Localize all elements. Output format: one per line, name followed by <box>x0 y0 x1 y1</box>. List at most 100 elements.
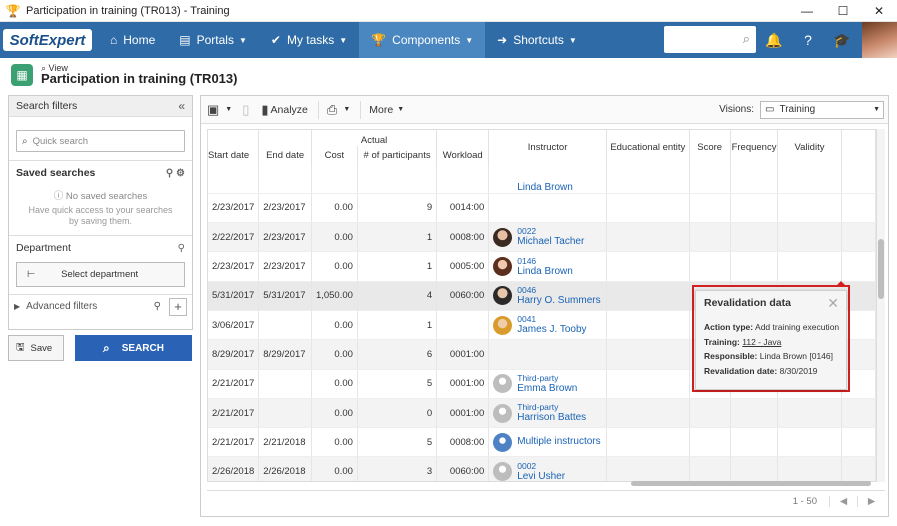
instructor-cell[interactable]: 0002 Levi Usher <box>488 456 607 481</box>
instructor-code: 0002 <box>517 460 537 471</box>
quick-search-input[interactable]: ⌕ Quick search <box>16 130 185 152</box>
user-avatar[interactable] <box>862 22 897 58</box>
instructor[interactable]: 0046 Harry O. Summers <box>493 285 602 307</box>
printer-icon: ⎙ <box>326 101 338 117</box>
validity-cell <box>777 222 842 253</box>
training-link[interactable]: 112 - Java <box>742 337 781 347</box>
global-search-input[interactable]: ⌕ <box>664 26 756 53</box>
softexpert-logo[interactable]: SoftExpert <box>3 29 92 51</box>
instructor-name[interactable]: Multiple instructors <box>517 436 600 448</box>
column-header-score[interactable]: Score <box>689 130 731 164</box>
column-header-end-date[interactable]: End date <box>258 146 312 164</box>
nav-shortcuts[interactable]: ➜ Shortcuts ▼ <box>485 22 589 58</box>
instructor[interactable]: 0146 Linda Brown <box>493 256 602 278</box>
column-header-cost[interactable]: Cost <box>311 146 358 164</box>
table-row[interactable]: 2/26/2018 2/26/2018 0.00 3 0060:00 0002 Levi U… <box>208 456 876 481</box>
cost-cell: 0.00 <box>311 251 358 282</box>
frequency-cell <box>730 427 779 458</box>
column-header-validity[interactable]: Validity <box>777 130 842 164</box>
visions-select[interactable]: ▭ Training ▼ <box>760 100 884 119</box>
table-row[interactable]: Linda Brown <box>208 164 876 194</box>
instructor-name[interactable]: Linda Brown <box>493 182 573 192</box>
instructor-cell[interactable]: Multiple instructors <box>488 427 607 458</box>
nav-home[interactable]: ⌂ Home <box>98 22 167 58</box>
instructor-name[interactable]: Harrison Battes <box>517 412 586 424</box>
document-button[interactable]: ▯ <box>242 102 251 118</box>
search-button[interactable]: ⌕ SEARCH <box>75 335 192 361</box>
view-options-button[interactable]: ▣ ▼ <box>207 102 232 118</box>
column-header-educational-entity[interactable]: Educational entity <box>606 130 690 164</box>
instructor-cell[interactable] <box>488 193 607 224</box>
column-header-instructor[interactable]: Instructor <box>488 130 607 164</box>
frequency-cell <box>730 251 779 282</box>
vertical-scrollbar[interactable] <box>877 129 885 482</box>
nav-components[interactable]: 🏆 Components ▼ <box>359 22 486 58</box>
instructor-name[interactable]: Harry O. Summers <box>517 295 600 307</box>
graduation-cap-icon[interactable]: 🎓 <box>826 22 858 58</box>
collapse-icon[interactable]: « <box>178 99 185 113</box>
table-row[interactable]: 2/23/2017 2/23/2017 0.00 1 0005:00 0146 Linda … <box>208 251 876 282</box>
bell-icon[interactable]: 🔔 <box>758 22 790 58</box>
instructor[interactable]: Third-party Harrison Battes <box>493 402 602 424</box>
column-header-participants[interactable]: # of participants <box>357 146 438 164</box>
end-date-cell: 5/31/2017 <box>258 281 312 311</box>
nav-portals[interactable]: ▤ Portals ▼ <box>167 22 259 58</box>
instructor-name[interactable]: Levi Usher <box>517 471 565 481</box>
instructor-name[interactable]: Linda Brown <box>517 266 573 278</box>
instructor-name[interactable]: James J. Tooby <box>517 324 586 336</box>
maximize-button[interactable]: ☐ <box>825 0 861 22</box>
instructor[interactable]: Multiple instructors <box>493 432 602 452</box>
instructor-cell[interactable]: 0022 Michael Tacher <box>488 222 607 253</box>
clear-filter-icon[interactable]: ⚲ <box>154 301 161 312</box>
actual-group-header: Actual <box>311 130 438 146</box>
instructor-cell[interactable] <box>488 339 607 370</box>
participants-cell: 6 <box>357 339 438 370</box>
column-header-start-date[interactable]: Start date <box>208 146 260 164</box>
spacer-cell <box>841 427 876 458</box>
validity-cell <box>777 427 842 458</box>
add-filter-button[interactable]: + <box>169 297 187 316</box>
settings-icon[interactable]: ⚲ ⚙ <box>166 168 185 179</box>
previous-page-button[interactable]: ◀ <box>829 496 857 507</box>
participants-cell: 1 <box>357 251 438 282</box>
advanced-filters-toggle[interactable]: ▶ Advanced filters ⚲ + <box>9 294 192 318</box>
analyze-button[interactable]: ▮ Analyze <box>261 102 308 118</box>
instructor[interactable]: 0041 James J. Tooby <box>493 314 602 336</box>
column-header-workload[interactable]: Workload <box>436 146 490 164</box>
select-department-button[interactable]: ⊢ Select department <box>16 262 185 287</box>
start-date-cell: 2/23/2017 <box>208 193 260 224</box>
more-button[interactable]: More ▼ <box>369 104 404 116</box>
clear-filter-icon[interactable]: ⚲ <box>178 243 185 254</box>
table-row[interactable]: 2/21/2017 2/21/2018 0.00 5 0008:00 Multiple i… <box>208 427 876 458</box>
close-icon[interactable]: ✕ <box>827 295 839 312</box>
instructor[interactable]: 0002 Levi Usher <box>493 460 602 481</box>
start-date-cell: 8/29/2017 <box>208 339 260 370</box>
table-row[interactable]: 2/21/2017 0.00 0 0001:00 Third-party Harrison… <box>208 398 876 429</box>
table-row[interactable]: 2/23/2017 2/23/2017 0.00 9 0014:00 <box>208 193 876 224</box>
minimize-button[interactable]: — <box>789 0 825 22</box>
instructor-cell[interactable]: 0046 Harry O. Summers <box>488 281 607 311</box>
instructor-name[interactable]: Michael Tacher <box>517 236 584 248</box>
table-row[interactable]: 2/22/2017 2/23/2017 0.00 1 0008:00 0022 Michae… <box>208 222 876 253</box>
next-page-button[interactable]: ▶ <box>857 496 885 507</box>
instructor[interactable]: Third-party Emma Brown <box>493 373 602 395</box>
instructor-name[interactable]: Emma Brown <box>517 383 577 395</box>
column-header-frequency[interactable]: Frequency <box>730 130 779 164</box>
nav-my-tasks[interactable]: ✔ My tasks ▼ <box>259 22 359 58</box>
help-icon[interactable]: ? <box>792 22 824 58</box>
frequency-cell <box>730 398 779 429</box>
instructor-cell[interactable]: 0146 Linda Brown <box>488 251 607 282</box>
close-window-button[interactable]: ✕ <box>861 0 897 22</box>
horizontal-scrollbar[interactable] <box>631 481 871 486</box>
instructor[interactable]: 0022 Michael Tacher <box>493 226 602 248</box>
instructor-cell[interactable]: Third-party Emma Brown <box>488 369 607 399</box>
print-button[interactable]: ⎙ ▼ <box>327 102 350 118</box>
analyze-label: Analyze <box>270 103 308 116</box>
saved-searches-title: Saved searches <box>16 167 96 179</box>
scrollbar-thumb[interactable] <box>878 239 884 299</box>
instructor-cell[interactable]: Third-party Harrison Battes <box>488 398 607 429</box>
save-button[interactable]: 🖫 Save <box>8 335 64 361</box>
chevron-right-icon: ▶ <box>14 302 21 311</box>
instructor-cell[interactable]: 0041 James J. Tooby <box>488 310 607 341</box>
score-cell <box>689 222 731 253</box>
